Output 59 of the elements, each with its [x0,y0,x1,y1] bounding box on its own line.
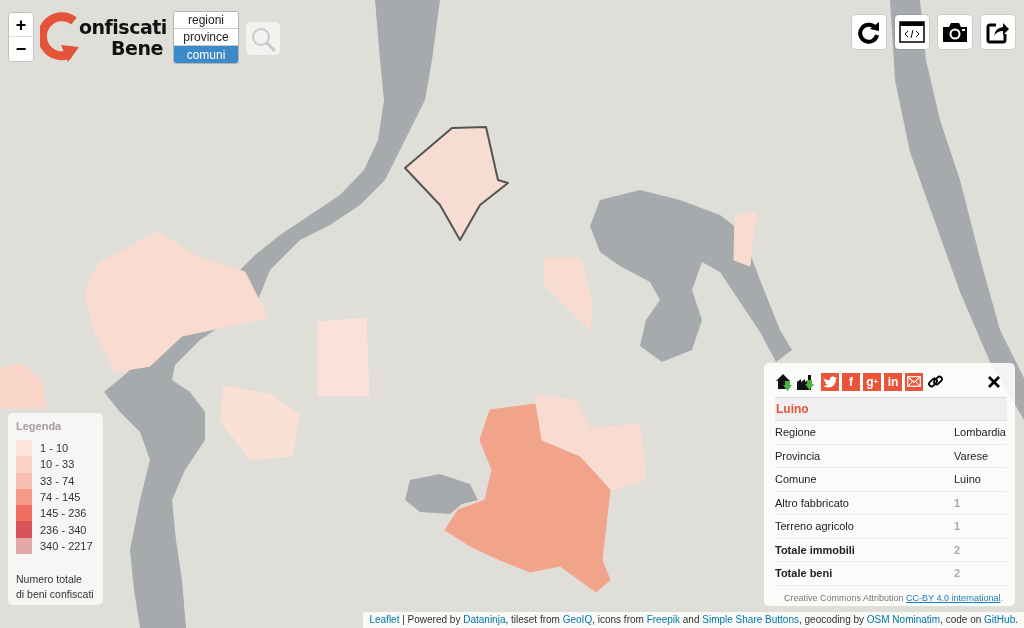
zoom-in-button[interactable]: + [9,13,33,37]
attribution-bar: Leaflet | Powered by Dataninja, tileset from GeoIQ, icons from Freepik and Simple Share Buttons, geocoding by OSM Nominatim, code on GitHub. [363,612,1024,628]
detail-value: 1 [954,496,962,509]
level-tab[interactable]: comuni [174,46,238,63]
share-button[interactable]: in [884,372,902,391]
detail-label: Altro fabbricato [775,496,850,509]
share-button[interactable]: g$^{+}$ [863,372,881,391]
share-button[interactable]: f [842,372,860,391]
code-window-icon [899,21,925,43]
legend-caption: Numero totale di beni confiscati [16,572,95,603]
factory-download-icon [796,372,815,391]
attribution-link[interactable]: Simple Share Buttons [702,614,799,625]
detail-value: 2 [954,543,962,556]
refresh-icon [857,20,881,44]
detail-value: 2 [954,567,962,580]
legend-label: 74 - 145 [40,491,81,504]
legend-label: 33 - 74 [40,474,75,487]
detail-label: Terreno agricolo [775,520,855,533]
legend-label: 10 - 33 [40,458,75,471]
close-icon [988,375,1000,388]
level-tab[interactable]: province [174,29,238,46]
logo-text: Bene [111,38,163,59]
detail-label: Totale immobili [775,543,856,556]
detail-label: Regione [775,426,817,439]
legend-label: 1 - 10 [40,442,69,455]
legend-label: 340 - 2217 [40,539,93,552]
embed-button[interactable] [895,15,929,49]
house-download-icon [775,372,794,391]
legend-label: 236 - 340 [40,523,87,536]
link-button[interactable] [928,374,943,389]
detail-value: Luino [954,473,982,486]
attribution-link[interactable]: Freepik [646,614,680,625]
attribution-link[interactable]: Leaflet [369,614,400,625]
share-button[interactable] [981,15,1015,49]
level-tab[interactable]: regioni [174,12,238,29]
download-button[interactable] [796,372,815,391]
legend-title: Legenda [16,419,63,433]
detail-value: Lombardia [954,426,1007,439]
external-link-icon [986,20,1010,44]
close-button[interactable] [988,375,1000,388]
place-title: Luino [775,398,1007,421]
municipality-area[interactable] [404,126,509,241]
envelope-icon [907,376,921,387]
license-text: Creative Commons Attribution CC-BY 4.0 international. [783,591,1003,604]
legend-label: 145 - 236 [40,507,87,520]
camera-icon [942,21,968,43]
logo-text: onfiscati [79,17,167,38]
detail-value: Varese [954,449,990,462]
detail-value: 1 [954,520,962,533]
logo-arrow-icon [40,10,80,62]
bird-icon [823,375,837,388]
detail-label: Totale beni [775,567,834,580]
reload-button[interactable] [852,15,886,49]
download-button[interactable] [775,372,794,391]
screenshot-button[interactable] [938,15,972,49]
chain-link-icon [928,374,943,389]
search-icon [250,25,276,52]
detail-label: Provincia [775,449,822,462]
detail-label: Comune [775,473,818,486]
